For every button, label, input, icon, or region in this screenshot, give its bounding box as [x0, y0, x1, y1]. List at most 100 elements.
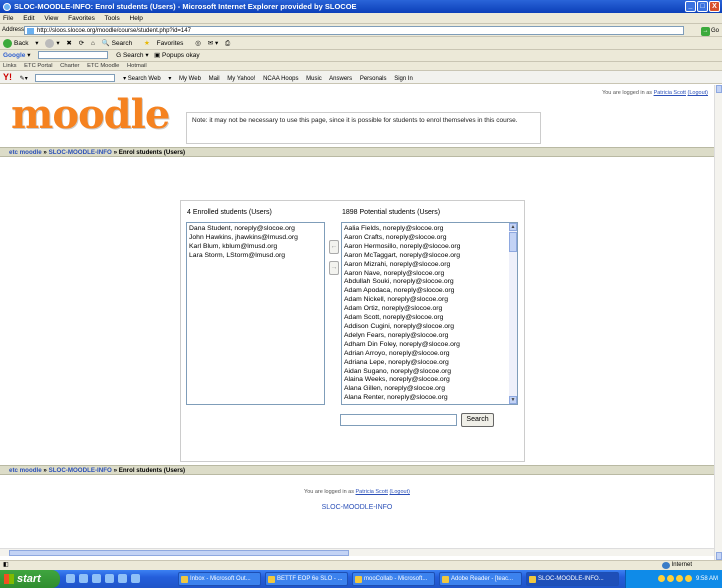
yahoo-search-input[interactable] [35, 74, 116, 83]
menu-file[interactable]: File [3, 15, 13, 22]
breadcrumb-course[interactable]: SLOC-MOODLE-INFO [49, 467, 112, 474]
stop-icon[interactable]: ✖ [66, 40, 71, 47]
page-vertical-scrollbar[interactable] [714, 85, 722, 560]
add-student-button[interactable]: ← [329, 240, 339, 254]
list-item[interactable]: Alana Renter, noreply@slocoe.org [344, 394, 507, 403]
quick-launch-icon[interactable] [66, 574, 75, 583]
potential-list-scrollbar[interactable]: ▲ ▼ [509, 223, 517, 404]
list-item[interactable]: Aaron Mizrahi, noreply@slocoe.org [344, 261, 507, 270]
search-button[interactable]: Search [461, 413, 494, 427]
menu-tools[interactable]: Tools [105, 15, 120, 22]
list-item[interactable]: Adam Ortiz, noreply@slocoe.org [344, 305, 507, 314]
back-button[interactable]: Back ▾ [3, 38, 39, 48]
menu-edit[interactable]: Edit [23, 15, 34, 22]
yahoo-mail[interactable]: Mail [209, 76, 220, 82]
media-icon[interactable]: ◎ [195, 40, 201, 47]
yahoo-sign-in[interactable]: Sign In [394, 76, 413, 82]
yahoo-my-web[interactable]: My Web [179, 76, 201, 82]
logout-link[interactable]: (Logout) [688, 90, 709, 96]
list-item[interactable]: Aaron McTaggart, noreply@slocoe.org [344, 252, 507, 261]
clock[interactable]: 9:58 AM [696, 576, 718, 582]
link-charter[interactable]: Charter [60, 63, 79, 69]
menu-view[interactable]: View [44, 15, 58, 22]
list-item[interactable]: Abdullah Souki, noreply@slocoe.org [344, 278, 507, 287]
footer-course-link[interactable]: SLOC-MOODLE-INFO [322, 504, 393, 511]
quick-launch-icon[interactable] [131, 574, 140, 583]
list-item[interactable]: Addison Cugini, noreply@slocoe.org [344, 323, 507, 332]
page-horizontal-scrollbar[interactable] [0, 548, 714, 556]
breadcrumb-home[interactable]: etc moodle [9, 467, 42, 474]
yahoo-music[interactable]: Music [306, 76, 322, 82]
yahoo-my-yahoo[interactable]: My Yahoo! [227, 76, 255, 82]
list-item[interactable]: Alaina Weeks, noreply@slocoe.org [344, 376, 507, 385]
list-item[interactable]: Aidan Sugano, noreply@slocoe.org [344, 368, 507, 377]
list-item[interactable]: Aaron Crafts, noreply@slocoe.org [344, 234, 507, 243]
scroll-down-icon[interactable]: ▼ [509, 396, 517, 404]
list-item[interactable]: Lara Storm, LStorm@lmusd.org [189, 252, 322, 261]
menu-help[interactable]: Help [130, 15, 143, 22]
list-item[interactable]: Aalia Fields, noreply@slocoe.org [344, 225, 507, 234]
taskbar-item-active[interactable]: SLOC-MOODLE-INFO... [526, 572, 619, 586]
scroll-thumb[interactable] [509, 232, 517, 252]
remove-student-button[interactable]: → [329, 261, 339, 275]
list-item[interactable]: Adham Din Foley, noreply@slocoe.org [344, 341, 507, 350]
list-item[interactable]: Adrian Arroyo, noreply@slocoe.org [344, 350, 507, 359]
scroll-up-icon[interactable]: ▲ [509, 223, 517, 231]
search-input[interactable] [340, 414, 457, 426]
google-search-button[interactable]: G Search ▾ [116, 52, 149, 59]
scroll-down-icon[interactable] [716, 552, 722, 560]
user-name-link[interactable]: Patricia Scott [356, 489, 388, 495]
potential-list[interactable]: Aalia Fields, noreply@slocoe.org Aaron C… [341, 222, 518, 405]
google-search-input[interactable] [38, 51, 109, 60]
yahoo-logo[interactable]: Y! [3, 72, 12, 82]
link-etc-moodle[interactable]: ETC Moodle [87, 63, 119, 69]
list-item[interactable]: Adam Apodaca, noreply@slocoe.org [344, 287, 507, 296]
yahoo-answers[interactable]: Answers [329, 76, 352, 82]
minimize-button[interactable]: _ [685, 1, 696, 12]
list-item[interactable]: Aaron Nave, noreply@slocoe.org [344, 270, 507, 279]
scroll-up-icon[interactable] [716, 85, 722, 93]
yahoo-personals[interactable]: Personals [360, 76, 387, 82]
scroll-thumb[interactable] [9, 550, 349, 556]
quick-launch-icon[interactable] [79, 574, 88, 583]
quick-launch-icon[interactable] [105, 574, 114, 583]
forward-button[interactable]: ▾ [45, 38, 60, 48]
list-item[interactable]: Adelyn Fears, noreply@slocoe.org [344, 332, 507, 341]
print-icon[interactable]: ⎙ [225, 40, 230, 47]
menu-favorites[interactable]: Favorites [68, 15, 95, 22]
list-item[interactable]: John Hawkins, jhawkins@lmusd.org [189, 234, 322, 243]
favorites-button[interactable]: ★ Favorites [144, 40, 188, 47]
taskbar-item[interactable]: Inbox - Microsoft Out... [178, 572, 261, 586]
breadcrumb-course[interactable]: SLOC-MOODLE-INFO [49, 149, 112, 156]
tray-icon[interactable] [658, 574, 666, 582]
mail-icon[interactable]: ✉ ▾ [208, 40, 219, 47]
user-name-link[interactable]: Patricia Scott [654, 90, 686, 96]
quick-launch-icon[interactable] [118, 574, 127, 583]
maximize-button[interactable]: □ [697, 1, 708, 12]
list-item[interactable]: Dana Student, noreply@slocoe.org [189, 225, 322, 234]
search-button[interactable]: 🔍 Search [102, 40, 138, 47]
taskbar-item[interactable]: BETTF EOP 6e SLO - ... [265, 572, 348, 586]
pencil-icon[interactable]: ✎▾ [20, 76, 28, 82]
refresh-icon[interactable]: ⟳ [79, 40, 84, 47]
address-input[interactable]: http://sloos.slocoe.org/moodle/course/st… [24, 26, 684, 35]
list-item[interactable]: Karl Blum, kblum@lmusd.org [189, 243, 322, 252]
enrolled-list[interactable]: Dana Student, noreply@slocoe.org John Ha… [186, 222, 325, 405]
tray-icon[interactable] [667, 574, 675, 582]
logout-link[interactable]: (Logout) [389, 489, 410, 495]
yahoo-search-web-button[interactable]: ▾ Search Web ▾ [123, 76, 171, 82]
go-button[interactable]: → Go [700, 25, 719, 36]
quick-launch-icon[interactable] [92, 574, 101, 583]
tray-icon[interactable] [676, 574, 684, 582]
home-icon[interactable]: ⌂ [91, 40, 95, 47]
link-etc-portal[interactable]: ETC Portal [24, 63, 52, 69]
tray-icon[interactable] [685, 574, 693, 582]
taskbar-item[interactable]: mooCollab - Microsoft... [352, 572, 435, 586]
link-hotmail[interactable]: Hotmail [127, 63, 147, 69]
close-button[interactable]: X [709, 1, 720, 12]
list-item[interactable]: Aaron Hermosillo, noreply@slocoe.org [344, 243, 507, 252]
list-item[interactable]: Adriana Lepe, noreply@slocoe.org [344, 359, 507, 368]
list-item[interactable]: Alana Gillen, noreply@slocoe.org [344, 385, 507, 394]
breadcrumb-home[interactable]: etc moodle [9, 149, 42, 156]
start-button[interactable]: start [0, 570, 60, 588]
